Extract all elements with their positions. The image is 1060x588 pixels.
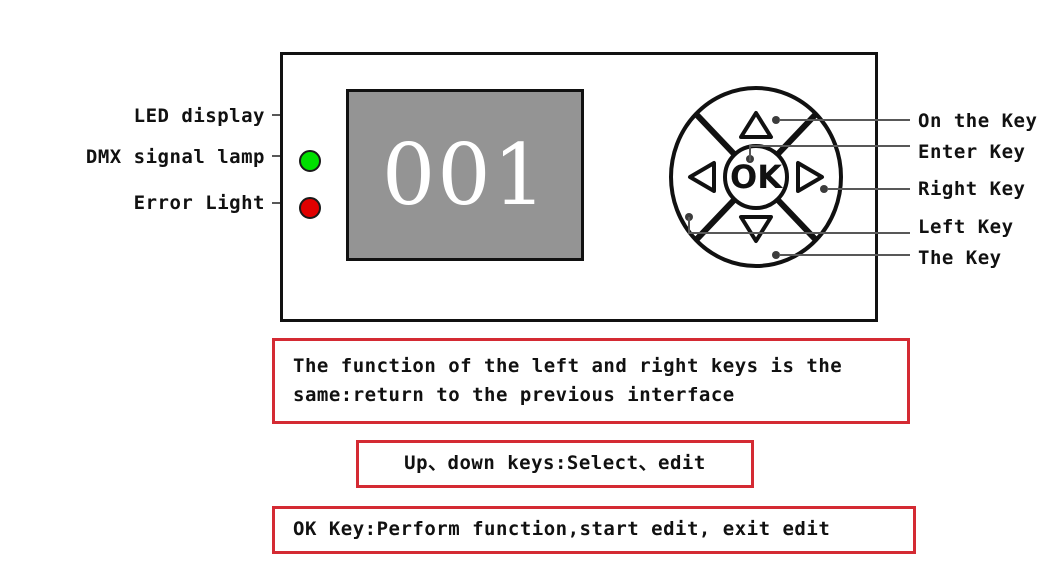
- note-line: The function of the left and right keys …: [293, 354, 843, 377]
- note-line: Up、down keys:Select、edit: [404, 452, 706, 475]
- navigation-keypad[interactable]: OK: [667, 85, 845, 269]
- note-box-ok-key: OK Key:Perform function,start edit, exit…: [272, 506, 916, 554]
- callout-label-dmx-signal-lamp: DMX signal lamp: [85, 146, 265, 168]
- dmx-signal-lamp: [299, 150, 321, 172]
- error-light-lamp: [299, 197, 321, 219]
- callout-label-error-light: Error Light: [133, 192, 265, 214]
- leader-line-right-key: [827, 188, 910, 190]
- led-display-value: 001: [381, 126, 549, 224]
- callout-label-led-display: LED display: [133, 105, 265, 127]
- diagram-canvas: LED display DMX signal lamp Error Light …: [0, 0, 1060, 588]
- callout-label-left-key: Left Key: [918, 216, 1014, 238]
- ok-key-label: OK: [730, 158, 783, 196]
- callout-label-the-key: The Key: [918, 247, 1002, 269]
- leader-line-on-the-key: [779, 119, 910, 121]
- callout-label-right-key: Right Key: [918, 178, 1026, 200]
- leader-line-enter-key-vertical: [749, 145, 751, 161]
- note-line: same:return to the previous interface: [293, 384, 735, 406]
- leader-line-the-key: [779, 254, 910, 256]
- leader-line-left-key-horizontal: [688, 232, 910, 234]
- led-display-screen: 001: [346, 89, 584, 261]
- callout-label-on-the-key: On the Key: [918, 110, 1038, 132]
- leader-line-enter-key-horizontal: [749, 145, 910, 147]
- note-line: OK Key:Perform function,start edit, exit…: [293, 518, 831, 541]
- note-box-up-down-keys: Up、down keys:Select、edit: [356, 440, 754, 488]
- note-box-left-right-keys: The function of the left and right keys …: [272, 338, 910, 424]
- callout-label-enter-key: Enter Key: [918, 141, 1026, 163]
- control-panel: 001 OK: [280, 52, 878, 322]
